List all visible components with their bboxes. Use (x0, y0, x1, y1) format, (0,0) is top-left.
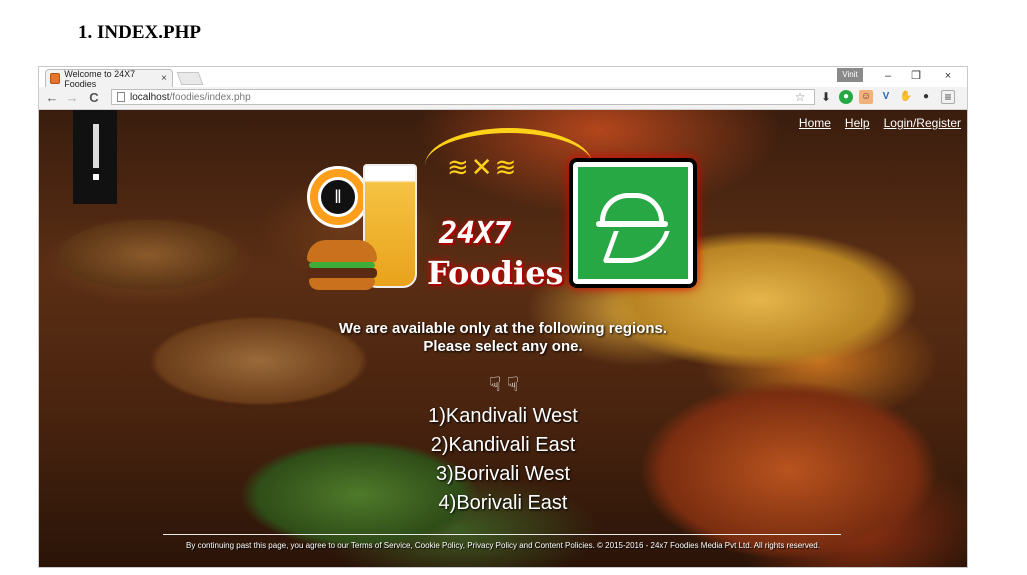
menu-toggle[interactable] (73, 110, 117, 204)
tab-title: Welcome to 24X7 Foodies (64, 68, 136, 89)
browser-window: Welcome to 24X7 Foodies × Vinit – ❐ × ← … (38, 66, 968, 568)
site-logo: ≋✕≋ ‖ 24X7 Foodies (307, 122, 707, 302)
extension-bulb-icon[interactable]: ● (919, 90, 933, 104)
page-content: Home Help Login/Register ≋✕≋ ‖ 24X7 Food… (39, 110, 967, 567)
nav-help-link[interactable]: Help (845, 116, 870, 130)
extension-green-icon[interactable]: ● (839, 90, 853, 104)
reload-button[interactable]: C (85, 89, 103, 107)
tab-strip: Welcome to 24X7 Foodies × Vinit – ❐ × (39, 67, 967, 89)
restore-button[interactable]: ❐ (905, 68, 927, 84)
footer-legal-text: By continuing past this page, you agree … (186, 541, 820, 550)
tab-welcome[interactable]: Welcome to 24X7 Foodies × (45, 68, 173, 89)
extension-avatar-icon[interactable]: ☺ (859, 90, 873, 104)
regions-intro: We are available only at the following r… (338, 320, 668, 337)
page-icon (117, 92, 125, 102)
logo-text-foodies: Foodies (427, 254, 564, 292)
region-borivali-east[interactable]: 4)Borivali East (39, 489, 967, 518)
download-icon[interactable]: ⬇ (819, 90, 833, 104)
back-button[interactable]: ← (43, 89, 61, 107)
tab-close-icon[interactable]: × (161, 73, 167, 84)
background-pot (59, 220, 239, 290)
plate-icon: ‖ (307, 166, 369, 228)
nav-home-link[interactable]: Home (799, 116, 831, 130)
pointing-hand-icon: ☟ ☟ (489, 374, 519, 396)
region-list: 1)Kandivali West 2)Kandivali East 3)Bori… (39, 402, 967, 518)
address-bar[interactable]: localhost/foodies/index.php (111, 89, 815, 105)
url-host: localhost (130, 91, 170, 103)
url-path: /foodies/index.php (169, 91, 251, 103)
food-service-sign-icon (569, 158, 697, 288)
logo-text-247: 24X7 (439, 216, 512, 251)
region-kandivali-west[interactable]: 1)Kandivali West (39, 402, 967, 431)
favicon-icon (50, 73, 61, 84)
regions-instruction: Please select any one. (423, 338, 583, 355)
region-borivali-west[interactable]: 3)Borivali West (39, 460, 967, 489)
close-window-button[interactable]: × (937, 68, 959, 84)
menu-dot-icon (93, 174, 99, 180)
menu-icon[interactable]: ≡ (941, 90, 955, 104)
region-kandivali-east[interactable]: 2)Kandivali East (39, 431, 967, 460)
forward-button[interactable]: → (63, 89, 81, 107)
document-heading: 1. INDEX.PHP (78, 22, 201, 43)
top-nav: Home Help Login/Register (799, 116, 961, 130)
footer-divider (163, 534, 841, 535)
burger-icon (307, 240, 377, 294)
nav-login-register-link[interactable]: Login/Register (884, 116, 961, 130)
fish-glyphs: ≋✕≋ (447, 152, 519, 182)
profile-badge[interactable]: Vinit (837, 68, 863, 82)
minimize-button[interactable]: – (877, 68, 899, 84)
browser-toolbar: ← → C localhost/foodies/index.php ☆ ⬇ ● … (39, 87, 967, 110)
extension-v-icon[interactable]: V (879, 90, 893, 104)
fork-knife-icon: ‖ (318, 177, 358, 217)
new-tab-button[interactable] (176, 72, 204, 85)
star-icon[interactable]: ☆ (793, 90, 807, 104)
extension-hand-icon[interactable]: ✋ (899, 90, 913, 104)
menu-bar-icon (93, 124, 99, 168)
